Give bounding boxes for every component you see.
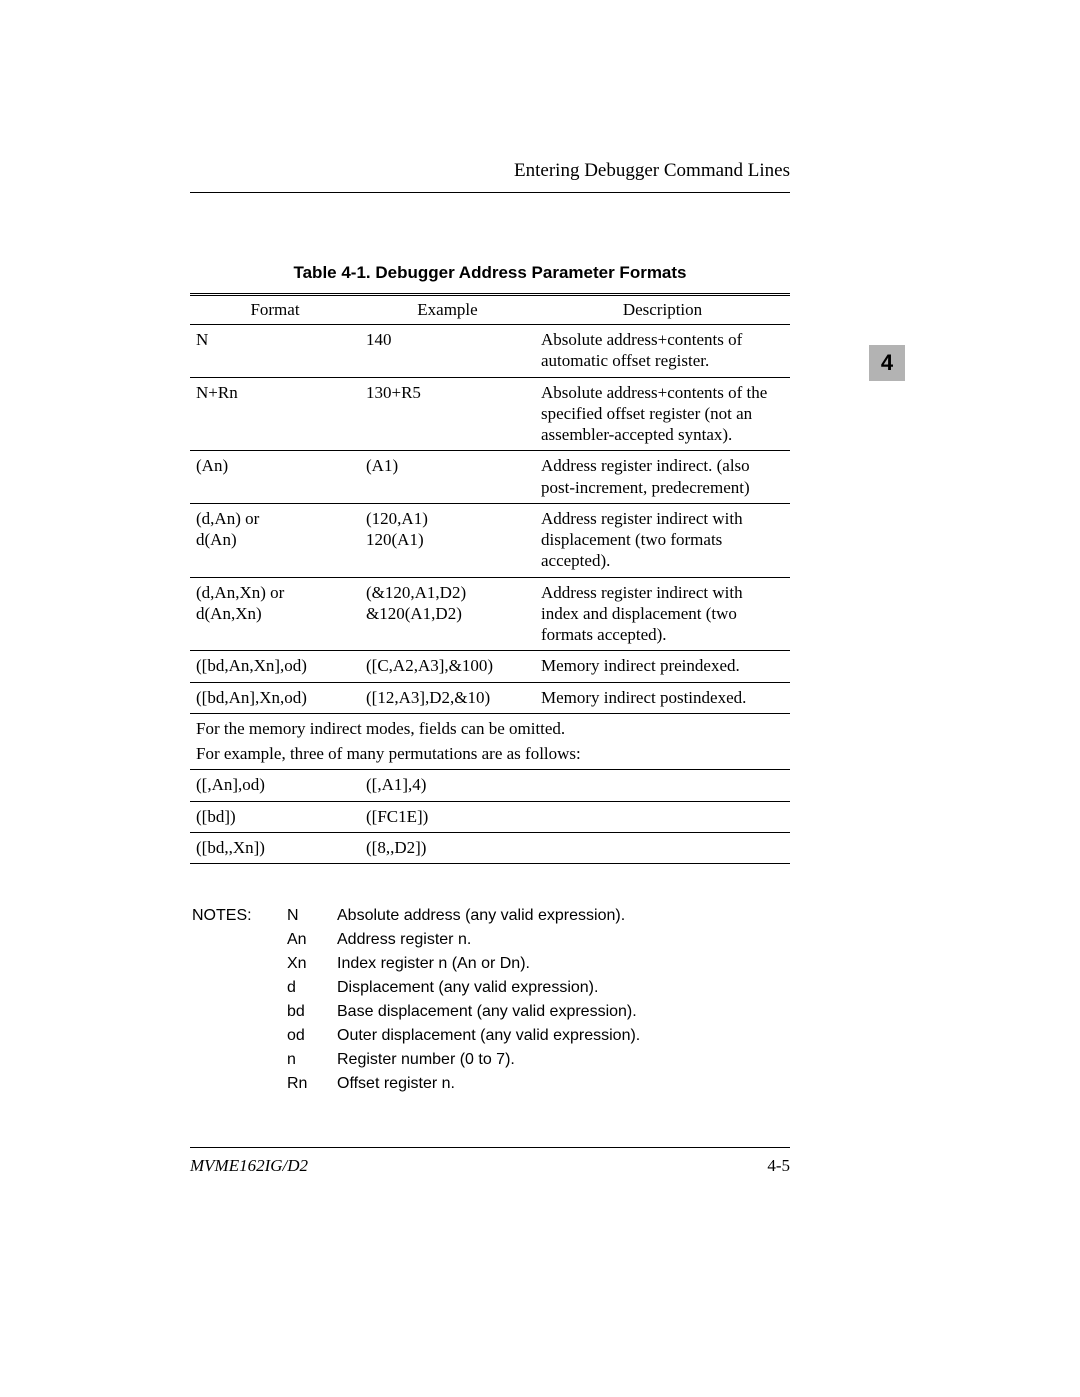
cell-example: ([FC1E]) — [360, 801, 535, 832]
cell-format: N — [190, 325, 360, 378]
table-header-row: Format Example Description — [190, 295, 790, 325]
table-row: ([bd,,Xn]) ([8,,D2]) — [190, 832, 790, 863]
cell-example: ([8,,D2]) — [360, 832, 535, 863]
cell-example: (A1) — [360, 451, 535, 504]
table-row: ([bd]) ([FC1E]) — [190, 801, 790, 832]
cell-description: Memory indirect preindexed. — [535, 651, 790, 682]
cell-description: Address register indirect with index and… — [535, 577, 790, 651]
notes-sym: od — [287, 1024, 337, 1048]
chapter-tab: 4 — [869, 345, 905, 381]
cell-example: 130+R5 — [360, 377, 535, 451]
cell-example: (120,A1) 120(A1) — [360, 503, 535, 577]
cell-format: (d,An,Xn) or d(An,Xn) — [190, 577, 360, 651]
cell-example: ([C,A2,A3],&100) — [360, 651, 535, 682]
notes-desc: Base displacement (any valid expression)… — [337, 1000, 640, 1024]
notes-desc: Register number (0 to 7). — [337, 1048, 640, 1072]
cell-description — [535, 832, 790, 863]
table-note-row: For example, three of many permutations … — [190, 741, 790, 770]
notes-desc: Offset register n. — [337, 1072, 640, 1096]
cell-format: ([bd,An,Xn],od) — [190, 651, 360, 682]
notes-row: bd Base displacement (any valid expressi… — [190, 1000, 640, 1024]
table-span-note: For example, three of many permutations … — [190, 741, 790, 770]
table-span-note: For the memory indirect modes, fields ca… — [190, 713, 790, 741]
notes-sym: N — [287, 904, 337, 928]
notes-row: Rn Offset register n. — [190, 1072, 640, 1096]
cell-description: Address register indirect with displacem… — [535, 503, 790, 577]
notes-desc: Address register n. — [337, 928, 640, 952]
notes-sym: An — [287, 928, 337, 952]
notes-sym: n — [287, 1048, 337, 1072]
notes-row: d Displacement (any valid expression). — [190, 976, 640, 1000]
table-row: (An) (A1) Address register indirect. (al… — [190, 451, 790, 504]
table-row: ([,An],od) ([,A1],4) — [190, 770, 790, 801]
cell-format: ([bd]) — [190, 801, 360, 832]
notes-block: NOTES: N Absolute address (any valid exp… — [190, 904, 790, 1096]
notes-row: NOTES: N Absolute address (any valid exp… — [190, 904, 640, 928]
cell-format: N+Rn — [190, 377, 360, 451]
table-note-row: For the memory indirect modes, fields ca… — [190, 713, 790, 741]
col-example: Example — [360, 295, 535, 325]
notes-desc: Displacement (any valid expression). — [337, 976, 640, 1000]
cell-format: ([,An],od) — [190, 770, 360, 801]
notes-row: An Address register n. — [190, 928, 640, 952]
cell-format: (An) — [190, 451, 360, 504]
content-area: Entering Debugger Command Lines Table 4-… — [190, 160, 790, 1096]
table-row: (d,An) or d(An) (120,A1) 120(A1) Address… — [190, 503, 790, 577]
table-caption: Table 4-1. Debugger Address Parameter Fo… — [190, 263, 790, 283]
cell-example: ([12,A3],D2,&10) — [360, 682, 535, 713]
notes-row: Xn Index register n (An or Dn). — [190, 952, 640, 976]
cell-format: (d,An) or d(An) — [190, 503, 360, 577]
table-row: N 140 Absolute address+contents of autom… — [190, 325, 790, 378]
notes-sym: d — [287, 976, 337, 1000]
cell-example: ([,A1],4) — [360, 770, 535, 801]
table-row: N+Rn 130+R5 Absolute address+contents of… — [190, 377, 790, 451]
table-row: ([bd,An,Xn],od) ([C,A2,A3],&100) Memory … — [190, 651, 790, 682]
cell-description: Address register indirect. (also post-in… — [535, 451, 790, 504]
cell-format: ([bd,,Xn]) — [190, 832, 360, 863]
notes-sym: Rn — [287, 1072, 337, 1096]
notes-desc: Index register n (An or Dn). — [337, 952, 640, 976]
cell-description: Absolute address+contents of the specifi… — [535, 377, 790, 451]
cell-description: Memory indirect postindexed. — [535, 682, 790, 713]
table-row: ([bd,An],Xn,od) ([12,A3],D2,&10) Memory … — [190, 682, 790, 713]
page: Entering Debugger Command Lines Table 4-… — [0, 0, 1080, 1397]
running-head: Entering Debugger Command Lines — [190, 160, 790, 193]
col-format: Format — [190, 295, 360, 325]
notes-desc: Outer displacement (any valid expression… — [337, 1024, 640, 1048]
notes-desc: Absolute address (any valid expression). — [337, 904, 640, 928]
cell-description — [535, 801, 790, 832]
parameter-table: Format Example Description N 140 Absolut… — [190, 293, 790, 864]
footer-page-number: 4-5 — [767, 1156, 790, 1176]
page-footer: MVME162IG/D2 4-5 — [190, 1147, 790, 1176]
notes-label: NOTES: — [190, 904, 287, 928]
col-description: Description — [535, 295, 790, 325]
cell-description: Absolute address+contents of automatic o… — [535, 325, 790, 378]
cell-example: (&120,A1,D2) &120(A1,D2) — [360, 577, 535, 651]
cell-description — [535, 770, 790, 801]
cell-example: 140 — [360, 325, 535, 378]
notes-sym: Xn — [287, 952, 337, 976]
table-row: (d,An,Xn) or d(An,Xn) (&120,A1,D2) &120(… — [190, 577, 790, 651]
notes-sym: bd — [287, 1000, 337, 1024]
notes-row: od Outer displacement (any valid express… — [190, 1024, 640, 1048]
cell-format: ([bd,An],Xn,od) — [190, 682, 360, 713]
notes-row: n Register number (0 to 7). — [190, 1048, 640, 1072]
footer-doc-id: MVME162IG/D2 — [190, 1156, 308, 1176]
